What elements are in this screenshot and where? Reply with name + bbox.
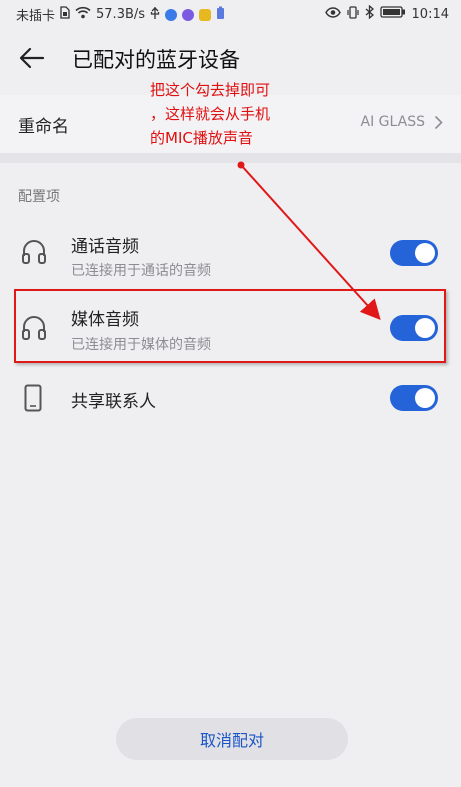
annotation-line: ，这样就会从手机	[150, 105, 271, 123]
share-contacts-row: 共享联系人	[0, 374, 461, 450]
option-title: 共享联系人	[71, 392, 156, 412]
status-bar: 未插卡 57.3B/s 10:14	[0, 0, 461, 28]
arrow-left-icon	[19, 47, 45, 73]
wifi-icon	[75, 6, 91, 23]
carrier-text: 未插卡	[16, 9, 56, 24]
annotation-line: 把这个勾去掉即可	[150, 81, 271, 99]
rename-label: 重命名	[18, 117, 69, 137]
annotation-line: 的MIC播放声音	[150, 129, 253, 147]
status-bar-left: 未插卡 57.3B/s	[16, 5, 225, 24]
clock-text: 10:14	[411, 6, 449, 22]
call-audio-toggle[interactable]	[390, 240, 438, 266]
media-audio-toggle[interactable]	[390, 315, 438, 341]
bluetooth-icon	[365, 4, 374, 23]
battery-icon	[379, 6, 406, 22]
section-label: 配置项	[18, 189, 60, 205]
device-name-value: AI GLASS	[360, 114, 425, 130]
option-subtitle: 已连接用于媒体的音频	[71, 337, 211, 353]
toggle-knob	[415, 388, 435, 408]
phone-icon	[24, 384, 42, 416]
toggle-knob	[415, 318, 435, 338]
status-bar-right: 10:14	[324, 4, 449, 23]
battery-saver-icon	[216, 6, 225, 24]
app-icon-yellow	[199, 8, 212, 21]
sim-icon	[60, 6, 70, 23]
usb-icon	[150, 6, 160, 24]
network-speed-text: 57.3B/s	[96, 7, 146, 22]
call-audio-row: 通话音频 已连接用于通话的音频	[0, 222, 461, 298]
app-icon-purple	[182, 8, 195, 21]
toggle-knob	[415, 243, 435, 263]
section-divider	[0, 153, 461, 163]
headphones-icon	[21, 314, 47, 346]
media-audio-row: 媒体音频 已连接用于媒体的音频	[0, 298, 461, 374]
headphones-icon	[21, 238, 47, 270]
annotation-text: 把这个勾去掉即可 ，这样就会从手机 的MIC播放声音	[150, 78, 320, 150]
vibrate-icon	[346, 5, 359, 23]
back-button[interactable]	[14, 42, 50, 78]
share-contacts-toggle[interactable]	[390, 385, 438, 411]
page-title: 已配对的蓝牙设备	[72, 48, 240, 72]
chevron-right-icon	[434, 115, 443, 134]
app-icon-blue	[165, 8, 178, 21]
option-title: 媒体音频	[71, 310, 139, 330]
option-title: 通话音频	[71, 237, 139, 257]
option-subtitle: 已连接用于通话的音频	[71, 263, 211, 279]
unpair-button[interactable]: 取消配对	[116, 718, 348, 760]
eye-icon	[324, 6, 341, 22]
